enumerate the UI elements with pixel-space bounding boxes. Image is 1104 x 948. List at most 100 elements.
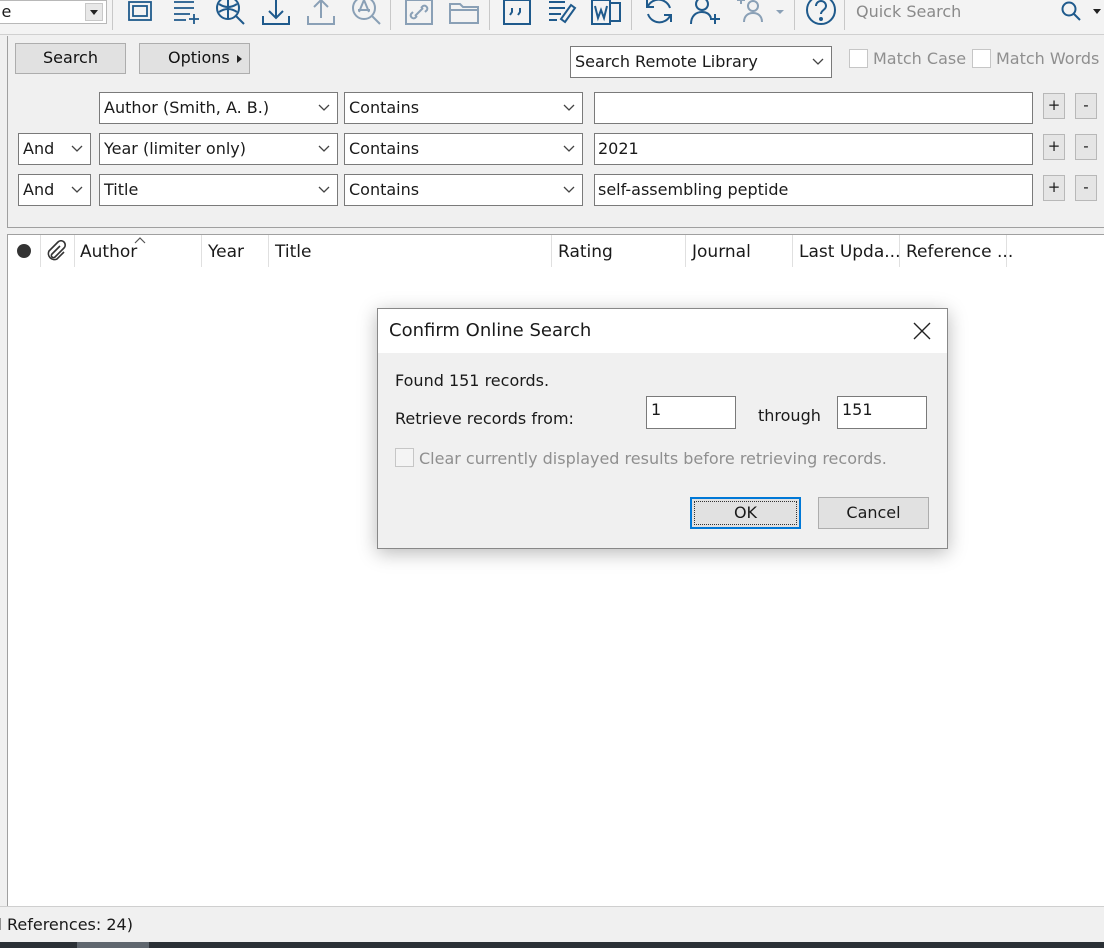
reference-count-text: ll References: 24) xyxy=(0,915,133,934)
through-label: through xyxy=(758,406,821,425)
library-scope-value: Search Remote Library xyxy=(575,52,758,71)
export-icon[interactable] xyxy=(304,0,338,28)
search-operator-value: Contains xyxy=(349,139,420,158)
retrieve-to-input[interactable]: 151 xyxy=(837,396,927,429)
column-divider[interactable] xyxy=(201,235,202,267)
dropdown-arrow-icon[interactable] xyxy=(770,0,790,28)
status-bar: ll References: 24) xyxy=(0,906,1104,942)
column-divider[interactable] xyxy=(685,235,686,267)
find-full-text-icon[interactable] xyxy=(348,0,382,28)
search-field-value: Author (Smith, A. B.) xyxy=(104,98,270,117)
column-divider[interactable] xyxy=(792,235,793,267)
chevron-down-icon xyxy=(563,186,575,193)
quick-search-options-icon[interactable] xyxy=(1092,0,1104,24)
library-scope-select[interactable]: Search Remote Library xyxy=(570,46,832,78)
search-operator-value: Contains xyxy=(349,98,420,117)
taskbar-highlight xyxy=(77,942,149,948)
toolbar-separator xyxy=(390,0,391,30)
online-search-icon[interactable] xyxy=(213,0,247,28)
toolbar-separator xyxy=(631,0,632,30)
insert-citation-icon[interactable] xyxy=(500,0,534,28)
search-field-value: Year (limiter only) xyxy=(104,139,246,158)
column-header-rating[interactable]: Rating xyxy=(558,242,613,262)
column-divider[interactable] xyxy=(551,235,552,267)
match-words-checkbox[interactable] xyxy=(972,49,991,68)
quick-search-input[interactable]: Quick Search xyxy=(845,0,1093,26)
match-case-label: Match Case xyxy=(873,49,967,68)
read-status-icon[interactable] xyxy=(17,244,31,258)
search-field-select[interactable]: Author (Smith, A. B.) xyxy=(99,92,338,124)
copy-library-icon[interactable] xyxy=(124,0,158,28)
output-style-value: ie xyxy=(0,2,12,21)
return-to-word-icon[interactable] xyxy=(589,0,623,28)
sync-icon[interactable] xyxy=(642,0,676,28)
toolbar-separator xyxy=(112,0,113,30)
cancel-button[interactable]: Cancel xyxy=(818,497,929,529)
boolean-operator-select[interactable]: And xyxy=(18,133,91,165)
options-button[interactable]: Options xyxy=(139,43,250,74)
remove-row-button[interactable]: - xyxy=(1075,93,1097,119)
column-header-last-updated[interactable]: Last Upda... xyxy=(799,242,900,262)
clear-results-label: Clear currently displayed results before… xyxy=(419,449,887,468)
column-divider[interactable] xyxy=(899,235,900,267)
group-sharing-icon[interactable] xyxy=(733,0,767,28)
chevron-down-icon xyxy=(318,145,330,152)
close-icon[interactable] xyxy=(911,320,933,342)
search-field-select[interactable]: Year (limiter only) xyxy=(99,133,338,165)
chevron-down-icon xyxy=(71,145,83,152)
column-header-journal[interactable]: Journal xyxy=(692,242,751,262)
toolbar-separator xyxy=(489,0,490,30)
column-divider[interactable] xyxy=(268,235,269,267)
boolean-operator-select[interactable]: And xyxy=(18,174,91,206)
chevron-down-icon xyxy=(563,104,575,111)
search-term-input[interactable]: 2021 xyxy=(594,133,1033,165)
chevron-down-icon xyxy=(318,186,330,193)
new-reference-icon[interactable] xyxy=(168,0,202,28)
match-words-label: Match Words xyxy=(996,49,1100,68)
column-divider[interactable] xyxy=(1006,235,1007,267)
import-icon[interactable] xyxy=(259,0,293,28)
format-bibliography-icon[interactable] xyxy=(545,0,579,28)
toolbar-separator xyxy=(794,0,795,30)
open-file-icon[interactable] xyxy=(447,0,481,28)
column-divider[interactable] xyxy=(40,235,41,267)
add-row-button[interactable]: + xyxy=(1043,93,1065,119)
clear-results-checkbox[interactable] xyxy=(395,448,414,467)
search-panel: Search Options Search Remote Library Mat… xyxy=(7,36,1104,228)
column-header-reference-type[interactable]: Reference ... xyxy=(906,242,1013,262)
add-row-button[interactable]: + xyxy=(1043,134,1065,160)
retrieve-from-input[interactable]: 1 xyxy=(646,396,736,429)
chevron-down-icon xyxy=(563,145,575,152)
column-header-year[interactable]: Year xyxy=(208,242,244,262)
column-header-author[interactable]: Author xyxy=(80,242,137,262)
column-divider[interactable] xyxy=(74,235,75,267)
attachment-icon[interactable] xyxy=(45,239,67,262)
help-icon[interactable] xyxy=(804,0,838,28)
chevron-down-icon[interactable] xyxy=(85,3,103,21)
search-operator-value: Contains xyxy=(349,180,420,199)
remove-row-button[interactable]: - xyxy=(1075,175,1097,201)
column-header-title[interactable]: Title xyxy=(275,242,311,262)
options-label: Options xyxy=(168,48,230,67)
search-field-select[interactable]: Title xyxy=(99,174,338,206)
search-field-value: Title xyxy=(104,180,139,199)
ok-button[interactable]: OK xyxy=(690,497,801,529)
open-link-icon[interactable] xyxy=(402,0,436,28)
output-style-select[interactable]: ie xyxy=(0,0,107,24)
search-operator-select[interactable]: Contains xyxy=(344,174,583,206)
share-library-icon[interactable] xyxy=(688,0,722,28)
match-case-checkbox[interactable] xyxy=(849,49,868,68)
chevron-right-icon xyxy=(237,55,242,63)
search-operator-select[interactable]: Contains xyxy=(344,133,583,165)
search-button[interactable]: Search xyxy=(15,43,126,74)
chevron-down-icon xyxy=(71,186,83,193)
search-term-input[interactable]: self-assembling peptide xyxy=(594,174,1033,206)
search-operator-select[interactable]: Contains xyxy=(344,92,583,124)
remove-row-button[interactable]: - xyxy=(1075,134,1097,160)
boolean-operator-value: And xyxy=(23,180,55,199)
boolean-operator-value: And xyxy=(23,139,55,158)
search-term-input[interactable] xyxy=(594,92,1033,124)
sort-ascending-icon xyxy=(134,237,146,244)
search-icon[interactable] xyxy=(1060,0,1082,22)
add-row-button[interactable]: + xyxy=(1043,175,1065,201)
